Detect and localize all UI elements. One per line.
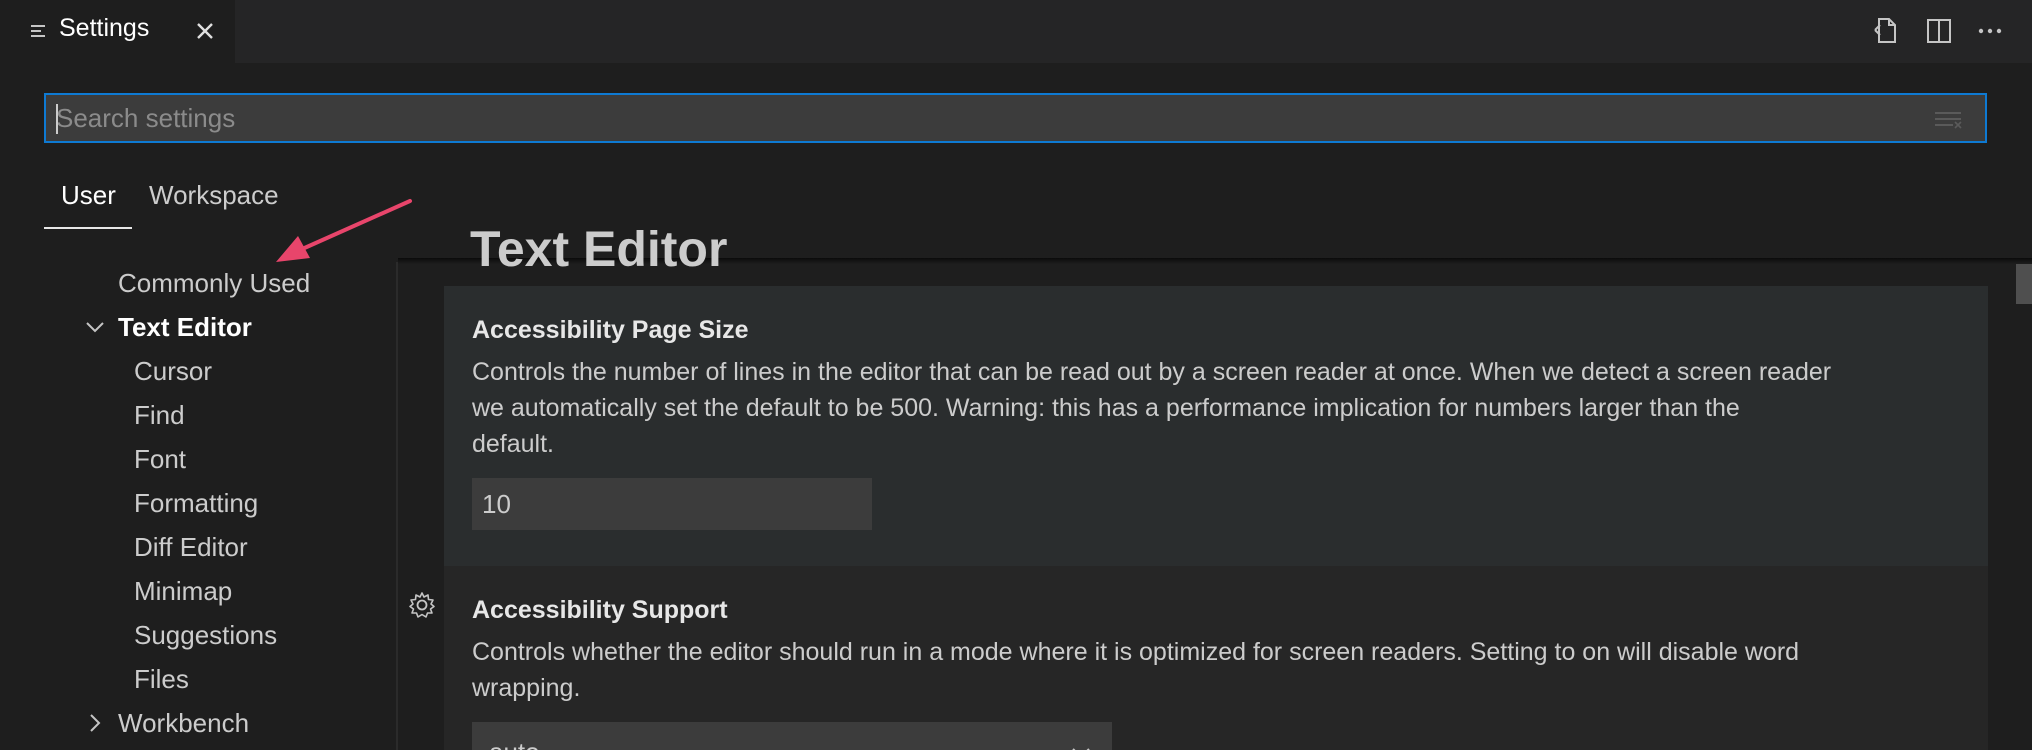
toc-item-font[interactable]: Font <box>134 444 186 475</box>
scrollbar[interactable] <box>2016 264 2032 750</box>
description-line: default. <box>472 430 555 458</box>
description-line: we automatically set the default to be 5… <box>472 394 1740 422</box>
toc-item-files[interactable]: Files <box>134 664 189 695</box>
toc-item-cursor[interactable]: Cursor <box>134 356 212 387</box>
editor-tab-bar: Settings <box>0 0 2032 63</box>
toc-divider <box>396 262 398 750</box>
setting-accessibility-page-size: Accessibility Page Size Controls the num… <box>444 286 1988 566</box>
description-line: wrapping. <box>472 674 581 702</box>
page-size-input[interactable] <box>472 478 872 530</box>
chevron-down-icon <box>1072 748 1090 750</box>
setting-description: Controls whether the editor should run i… <box>472 634 1952 706</box>
active-tab-indicator <box>44 227 132 229</box>
setting-description: Controls the number of lines in the edit… <box>472 354 1952 462</box>
tab-title: Settings <box>59 14 150 42</box>
settings-tab[interactable]: Settings <box>0 0 235 63</box>
toc-item-suggestions[interactable]: Suggestions <box>134 620 277 651</box>
scrollbar-thumb[interactable] <box>2016 264 2032 304</box>
tab-workspace[interactable]: Workspace <box>149 180 279 211</box>
setting-title: Accessibility Page Size <box>472 316 749 344</box>
toc-item-diff-editor[interactable]: Diff Editor <box>134 532 248 563</box>
chevron-right-icon[interactable] <box>84 712 106 734</box>
more-actions-icon[interactable] <box>1973 14 2007 48</box>
description-line: Controls the number of lines in the edit… <box>472 358 1832 386</box>
toc-item-workbench[interactable]: Workbench <box>118 708 249 739</box>
settings-list-icon <box>31 25 45 37</box>
open-settings-json-icon[interactable] <box>1870 14 1904 48</box>
close-icon[interactable] <box>192 18 218 44</box>
toc-item-commonly-used[interactable]: Commonly Used <box>118 268 310 299</box>
toc-item-formatting[interactable]: Formatting <box>134 488 258 519</box>
toc-item-find[interactable]: Find <box>134 400 185 431</box>
chevron-down-icon[interactable] <box>84 316 106 338</box>
section-heading-clip: Text Editor <box>440 230 2000 268</box>
split-editor-icon[interactable] <box>1922 14 1956 48</box>
gear-icon[interactable] <box>407 590 437 620</box>
search-input[interactable] <box>56 99 1916 137</box>
select-value: auto <box>489 737 540 750</box>
toc-item-text-editor[interactable]: Text Editor <box>118 312 252 343</box>
setting-title: Accessibility Support <box>472 596 728 624</box>
description-line: Controls whether the editor should run i… <box>472 638 1800 666</box>
search-box[interactable] <box>44 93 1987 143</box>
text-cursor <box>56 104 58 134</box>
tab-user[interactable]: User <box>61 180 116 211</box>
setting-accessibility-support: Accessibility Support Controls whether t… <box>444 566 1988 750</box>
clear-filter-icon[interactable] <box>1933 107 1965 131</box>
toc-item-minimap[interactable]: Minimap <box>134 576 232 607</box>
section-heading: Text Editor <box>470 230 728 268</box>
accessibility-support-select[interactable]: auto <box>472 722 1112 750</box>
